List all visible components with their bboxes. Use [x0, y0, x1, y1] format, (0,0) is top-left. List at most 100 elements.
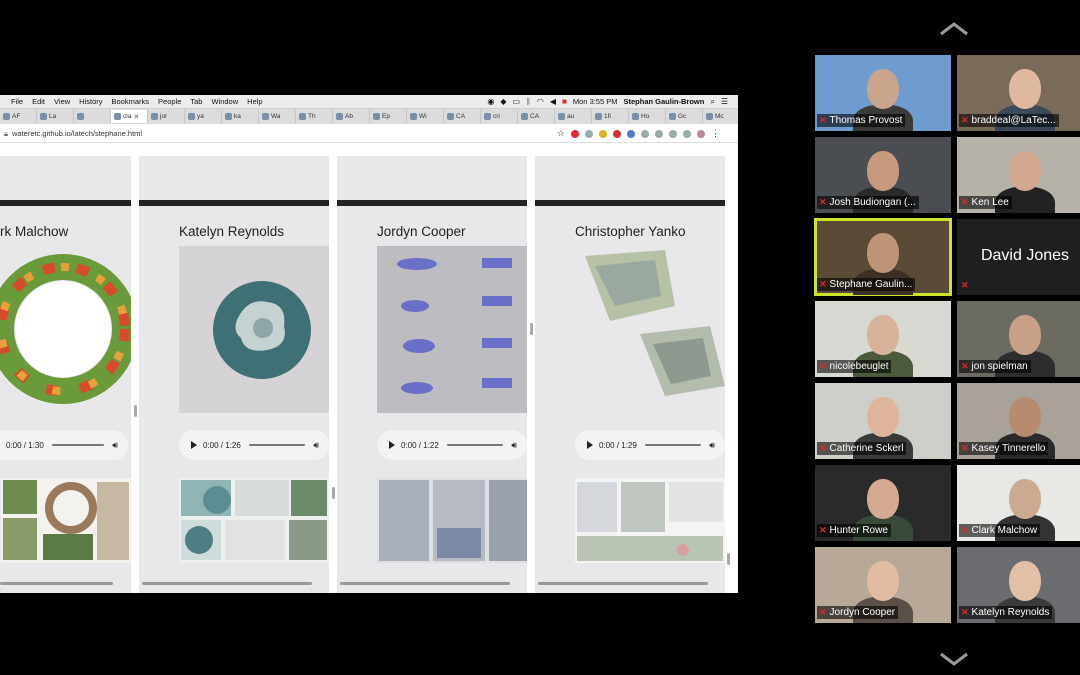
- participant-video: [867, 151, 899, 191]
- participant-tile[interactable]: ✕ braddeal@LaTec...: [957, 55, 1080, 131]
- browser-tab[interactable]: La: [37, 110, 74, 123]
- menu-window[interactable]: Window: [211, 97, 238, 106]
- browser-tab[interactable]: Wa: [259, 110, 296, 123]
- participant-tile[interactable]: ✕ Hunter Rowe: [815, 465, 951, 541]
- participant-tile[interactable]: ✕ Kasey Tinnerello: [957, 383, 1080, 459]
- extension-icon[interactable]: [627, 129, 635, 138]
- menubar-user[interactable]: Stephan Gaulin-Brown: [624, 97, 705, 106]
- dropbox-icon[interactable]: ◆: [500, 97, 506, 106]
- chevron-down-icon[interactable]: [939, 652, 969, 666]
- menu-bookmarks[interactable]: Bookmarks: [112, 97, 150, 106]
- profile-avatar[interactable]: [697, 129, 705, 138]
- extension-icon[interactable]: [585, 129, 593, 138]
- browser-tab[interactable]: Ab: [333, 110, 370, 123]
- play-icon[interactable]: [191, 441, 197, 449]
- participant-tile[interactable]: ✕ Jordyn Cooper: [815, 547, 951, 623]
- bluetooth-icon[interactable]: ᛒ: [526, 97, 531, 106]
- browser-tab[interactable]: 1fi: [592, 110, 629, 123]
- project-board-thumbnail[interactable]: [179, 478, 329, 563]
- audio-player[interactable]: 0:00 / 1:30 🔊︎: [0, 430, 128, 460]
- close-tab-icon[interactable]: ✕: [133, 113, 139, 121]
- menu-help[interactable]: Help: [247, 97, 262, 106]
- audio-seek-bar[interactable]: [446, 444, 504, 446]
- scroll-handle[interactable]: [530, 323, 533, 335]
- browser-tab[interactable]: Mc: [703, 110, 738, 123]
- horizontal-scrollbar[interactable]: [538, 582, 708, 585]
- pinterest-icon[interactable]: [613, 129, 621, 138]
- audio-seek-bar[interactable]: [248, 444, 306, 446]
- status-icon[interactable]: ◉: [487, 97, 494, 106]
- browser-tab[interactable]: ka: [222, 110, 259, 123]
- extension-icon[interactable]: [669, 129, 677, 138]
- audio-player[interactable]: 0:00 / 1:29 🔊︎: [575, 430, 725, 460]
- extension-icon[interactable]: [571, 129, 579, 138]
- bookmark-star-icon[interactable]: ☆: [557, 128, 565, 139]
- chevron-up-icon[interactable]: [939, 22, 969, 36]
- horizontal-scrollbar[interactable]: [142, 582, 312, 585]
- browser-tab[interactable]: Gc: [666, 110, 703, 123]
- participant-tile[interactable]: ✕ Stephane Gaulin...: [814, 218, 952, 296]
- project-board-thumbnail[interactable]: [377, 478, 527, 563]
- extension-icon[interactable]: [599, 129, 607, 138]
- scroll-handle[interactable]: [727, 553, 730, 565]
- play-icon[interactable]: [389, 441, 395, 449]
- browser-tab[interactable]: Th: [296, 110, 333, 123]
- extension-icon[interactable]: [655, 129, 663, 138]
- project-board-thumbnail[interactable]: [1, 478, 131, 563]
- volume-icon[interactable]: ◀: [550, 97, 556, 106]
- url-text[interactable]: wateretc.github.io/latech/stephane.html: [12, 129, 142, 138]
- browser-tab[interactable]: [74, 110, 111, 123]
- mic-muted-icon: ✕: [961, 525, 969, 535]
- menu-people[interactable]: People: [158, 97, 181, 106]
- volume-icon[interactable]: 🔊︎: [709, 440, 715, 451]
- address-bar[interactable]: 🔒︎ wateretc.github.io/latech/stephane.ht…: [0, 125, 738, 143]
- browser-tab[interactable]: Ho: [629, 110, 666, 123]
- more-menu-icon[interactable]: ⋮: [711, 128, 720, 139]
- participant-tile[interactable]: ✕ Clark Malchow: [957, 465, 1080, 541]
- participant-tile[interactable]: ✕ Ken Lee: [957, 137, 1080, 213]
- participant-tile[interactable]: ✕ Thomas Provost: [815, 55, 951, 131]
- browser-tab[interactable]: jor: [148, 110, 185, 123]
- scroll-handle[interactable]: [332, 487, 335, 499]
- audio-player[interactable]: 0:00 / 1:26 🔊︎: [179, 430, 329, 460]
- battery-icon[interactable]: ▭: [513, 97, 521, 106]
- wifi-icon[interactable]: ◠: [537, 97, 544, 106]
- browser-tab[interactable]: cri: [481, 110, 518, 123]
- browser-tab[interactable]: cla ✕: [111, 110, 148, 123]
- participant-tile[interactable]: ✕ Catherine Sckerl: [815, 383, 951, 459]
- participant-tile[interactable]: ✕ jon spielman: [957, 301, 1080, 377]
- browser-tab[interactable]: Ep: [370, 110, 407, 123]
- menu-view[interactable]: View: [54, 97, 70, 106]
- audio-seek-bar[interactable]: [51, 444, 105, 446]
- menu-history[interactable]: History: [79, 97, 102, 106]
- volume-icon[interactable]: 🔊︎: [112, 440, 118, 451]
- participant-tile[interactable]: ✕ Josh Budiongan (...: [815, 137, 951, 213]
- horizontal-scrollbar[interactable]: [0, 582, 113, 585]
- volume-icon[interactable]: 🔊︎: [313, 440, 319, 451]
- play-icon[interactable]: [587, 441, 593, 449]
- flag-icon[interactable]: ■: [562, 97, 567, 106]
- audio-player[interactable]: 0:00 / 1:22 🔊︎: [377, 430, 527, 460]
- project-board-thumbnail[interactable]: [575, 478, 725, 563]
- browser-tab[interactable]: Wi: [407, 110, 444, 123]
- extension-icon[interactable]: [683, 129, 691, 138]
- participant-tile[interactable]: ✕ nicolebeuglet: [815, 301, 951, 377]
- menu-list-icon[interactable]: ☰: [721, 97, 728, 106]
- participant-tile[interactable]: ✕ Katelyn Reynolds: [957, 547, 1080, 623]
- browser-tab[interactable]: AF: [0, 110, 37, 123]
- menu-edit[interactable]: Edit: [32, 97, 45, 106]
- audio-seek-bar[interactable]: [644, 444, 702, 446]
- browser-tab[interactable]: CA: [518, 110, 555, 123]
- volume-icon[interactable]: 🔊︎: [511, 440, 517, 451]
- extension-icon[interactable]: [641, 129, 649, 138]
- horizontal-scrollbar[interactable]: [340, 582, 510, 585]
- menubar-clock[interactable]: Mon 3:55 PM: [573, 97, 618, 106]
- menu-file[interactable]: File: [11, 97, 23, 106]
- menu-tab[interactable]: Tab: [190, 97, 202, 106]
- browser-tab[interactable]: au: [555, 110, 592, 123]
- browser-tab[interactable]: CA: [444, 110, 481, 123]
- scroll-handle[interactable]: [134, 405, 137, 417]
- spotlight-icon[interactable]: ⌕: [710, 97, 714, 107]
- participant-tile[interactable]: David Jones ✕: [957, 219, 1080, 295]
- browser-tab[interactable]: ya: [185, 110, 222, 123]
